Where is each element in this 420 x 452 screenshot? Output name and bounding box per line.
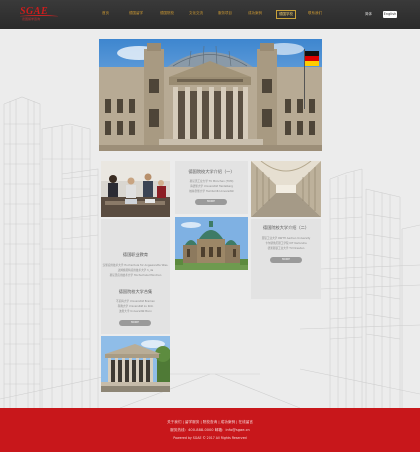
card-line: 慕尼黑工业大学 TU München (TUM) (189, 180, 234, 183)
nav-item-home[interactable]: 首页 (102, 11, 109, 16)
card-universities-collection: 德国院校大学合集 不莱梅大学 Universität Bremen 科隆大学 U… (101, 281, 170, 334)
more-button[interactable]: MORE (270, 257, 302, 263)
photo-university-building (101, 336, 170, 392)
hero-image-reichstag (99, 39, 322, 151)
photo-palace-corridor (251, 161, 321, 217)
more-button[interactable]: MORE (119, 320, 151, 326)
card-line: 慕尼黑应用技术大学 Hochschule München (109, 274, 162, 277)
card-line: 德累斯顿工业大学 TU Dresden (267, 247, 305, 250)
language-english-button[interactable]: English (383, 10, 397, 18)
card-line: 不莱梅大学 Universität Bremen (116, 300, 155, 303)
card-line: 亚琛工业大学 RWTH Aachen University (261, 237, 311, 240)
top-navigation-bar: SGAE 德国留学咨询 首页 德国留学 德国院校 文化交流 服务项目 成功案例 … (0, 0, 420, 29)
card-line: 波恩大学 Universität Bonn (119, 310, 152, 313)
card-line: 达姆施塔特应用技术大学 h_da (117, 269, 154, 272)
card-line: 科隆大学 Universität zu Köln (117, 305, 154, 308)
nav-item-contact[interactable]: 联系我们 (308, 11, 322, 16)
footer-links[interactable]: 关于我们 | 留学服务 | 院校查询 | 成功案例 | 在线留言 (0, 420, 420, 425)
logo-subtitle: 德国留学咨询 (22, 17, 41, 21)
site-logo[interactable]: SGAE 德国留学咨询 (20, 6, 58, 22)
nav-item-services[interactable]: 服务项目 (218, 11, 232, 16)
language-chinese-link[interactable]: 简体 (365, 12, 372, 17)
card-universities-one: 德国院校大学介绍（一） 慕尼黑工业大学 TU München (TUM) 海德堡… (175, 161, 248, 214)
card-title: 德国院校大学介绍（二） (262, 225, 310, 230)
card-line: 卡尔斯鲁厄理工学院 KIT Karlsruhe (265, 242, 307, 245)
footer-contact: 服务热线：400-888-0000 邮箱：info@sgae.cn (170, 428, 250, 432)
main-content: 德国院校大学介绍（一） 慕尼黑工业大学 TU München (TUM) 海德堡… (0, 29, 420, 408)
more-button[interactable]: MORE (195, 199, 227, 205)
card-universities-two: 德国院校大学介绍（二） 亚琛工业大学 RWTH Aachen Universit… (251, 219, 321, 299)
card-title: 德国院校大学介绍（一） (188, 169, 235, 174)
card-title: 德国职业教育 (122, 252, 149, 257)
card-line: 汉堡应用技术大学 Hochschule für Angewandte Wiss. (102, 264, 169, 267)
card-line: 海德堡大学 Universität Heidelberg (190, 185, 233, 188)
site-footer: 关于我们 | 留学服务 | 院校查询 | 成功案例 | 在线留言 服务热线：40… (0, 408, 420, 452)
photo-berlin-cathedral (175, 217, 248, 270)
card-line: 柏林洪堡大学 Humboldt-Universität (189, 190, 234, 193)
nav-item-universities[interactable]: 德国学校 (276, 9, 296, 19)
nav-item-cases[interactable]: 成功案例 (248, 11, 262, 16)
photo-office-meeting (101, 161, 170, 217)
nav-item-exchange[interactable]: 文化交流 (189, 11, 203, 16)
nav-item-schools[interactable]: 德国院校 (160, 11, 174, 16)
card-title: 德国院校大学合集 (118, 289, 153, 294)
nav-item-study[interactable]: 德国留学 (129, 11, 143, 16)
footer-copyright: Powered by SGAE © 2017 All Rights Reserv… (173, 436, 247, 440)
